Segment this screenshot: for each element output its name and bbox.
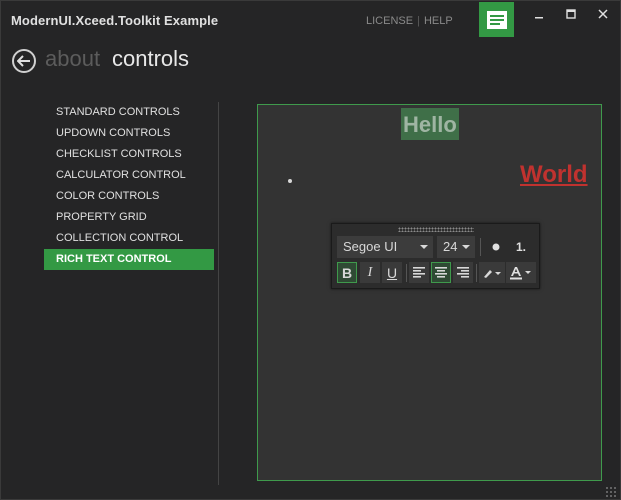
back-arrow-icon (17, 55, 30, 67)
maximize-icon (566, 9, 576, 19)
editor-text-hello[interactable]: Hello (401, 108, 459, 140)
sidebar-item-collection-control[interactable]: COLLECTION CONTROL (44, 228, 214, 249)
highlight-color-button[interactable] (479, 262, 505, 283)
back-button[interactable] (12, 49, 36, 73)
bullet-icon (492, 243, 500, 251)
sidebar-item-property-grid[interactable]: PROPERTY GRID (44, 207, 214, 228)
maximize-button[interactable] (561, 5, 581, 23)
font-size-value: 24 (443, 239, 458, 254)
app-window: ModernUI.Xceed.Toolkit Example LICENSE | H… (0, 0, 621, 500)
font-color-button[interactable] (506, 262, 536, 283)
chevron-down-icon (420, 245, 428, 249)
sidebar-item-checklist-controls[interactable]: CHECKLIST CONTROLS (44, 144, 214, 165)
sidebar-item-standard-controls[interactable]: STANDARD CONTROLS (44, 102, 214, 123)
align-right-button[interactable] (453, 262, 473, 283)
font-family-dropdown[interactable]: Segoe UI (337, 236, 433, 258)
sidebar-item-updown-controls[interactable]: UPDOWN CONTROLS (44, 123, 214, 144)
sidebar-item-rich-text-control[interactable]: RICH TEXT CONTROL (44, 249, 214, 270)
window-title: ModernUI.Xceed.Toolkit Example (11, 13, 219, 28)
bold-button[interactable]: B (337, 262, 357, 283)
minimize-icon (535, 17, 543, 19)
help-link[interactable]: HELP (424, 15, 453, 27)
formatting-toolbar: Segoe UI 24 1. B I U (331, 223, 540, 289)
menu-button[interactable] (479, 2, 514, 37)
font-color-icon (510, 266, 531, 279)
font-family-value: Segoe UI (343, 239, 398, 254)
rich-text-editor[interactable]: Hello World (257, 104, 602, 481)
align-left-icon (413, 267, 425, 278)
align-center-button[interactable] (431, 262, 451, 283)
align-center-icon (435, 267, 447, 278)
license-link[interactable]: LICENSE (366, 15, 413, 27)
minimize-button[interactable] (529, 5, 549, 23)
toolbar-drag-grip[interactable] (398, 227, 474, 232)
toolbar-separator (476, 264, 477, 282)
breadcrumb-controls[interactable]: controls (112, 46, 189, 72)
resize-grip[interactable] (605, 486, 617, 498)
italic-button[interactable]: I (360, 262, 380, 283)
breadcrumb-about[interactable]: about (45, 46, 100, 72)
toolbar-separator (406, 264, 407, 282)
toolbar-separator (480, 238, 481, 256)
font-size-dropdown[interactable]: 24 (437, 236, 475, 258)
sidebar: STANDARD CONTROLS UPDOWN CONTROLS CHECKL… (44, 102, 214, 270)
close-icon (598, 9, 608, 19)
numbered-list-button[interactable]: 1. (509, 237, 533, 257)
sidebar-divider (218, 102, 219, 485)
close-button[interactable] (593, 5, 613, 23)
editor-bullet (288, 179, 292, 183)
bullet-list-button[interactable] (486, 237, 506, 257)
editor-text-world[interactable]: World (520, 161, 588, 189)
link-separator: | (417, 15, 420, 27)
title-links: LICENSE | HELP (366, 15, 453, 27)
align-left-button[interactable] (409, 262, 429, 283)
sidebar-item-color-controls[interactable]: COLOR CONTROLS (44, 186, 214, 207)
align-right-icon (457, 267, 469, 278)
underline-button[interactable]: U (382, 262, 402, 283)
menu-icon (486, 10, 507, 29)
chevron-down-icon (462, 245, 470, 249)
highlighter-icon (484, 269, 501, 278)
sidebar-item-calculator-control[interactable]: CALCULATOR CONTROL (44, 165, 214, 186)
